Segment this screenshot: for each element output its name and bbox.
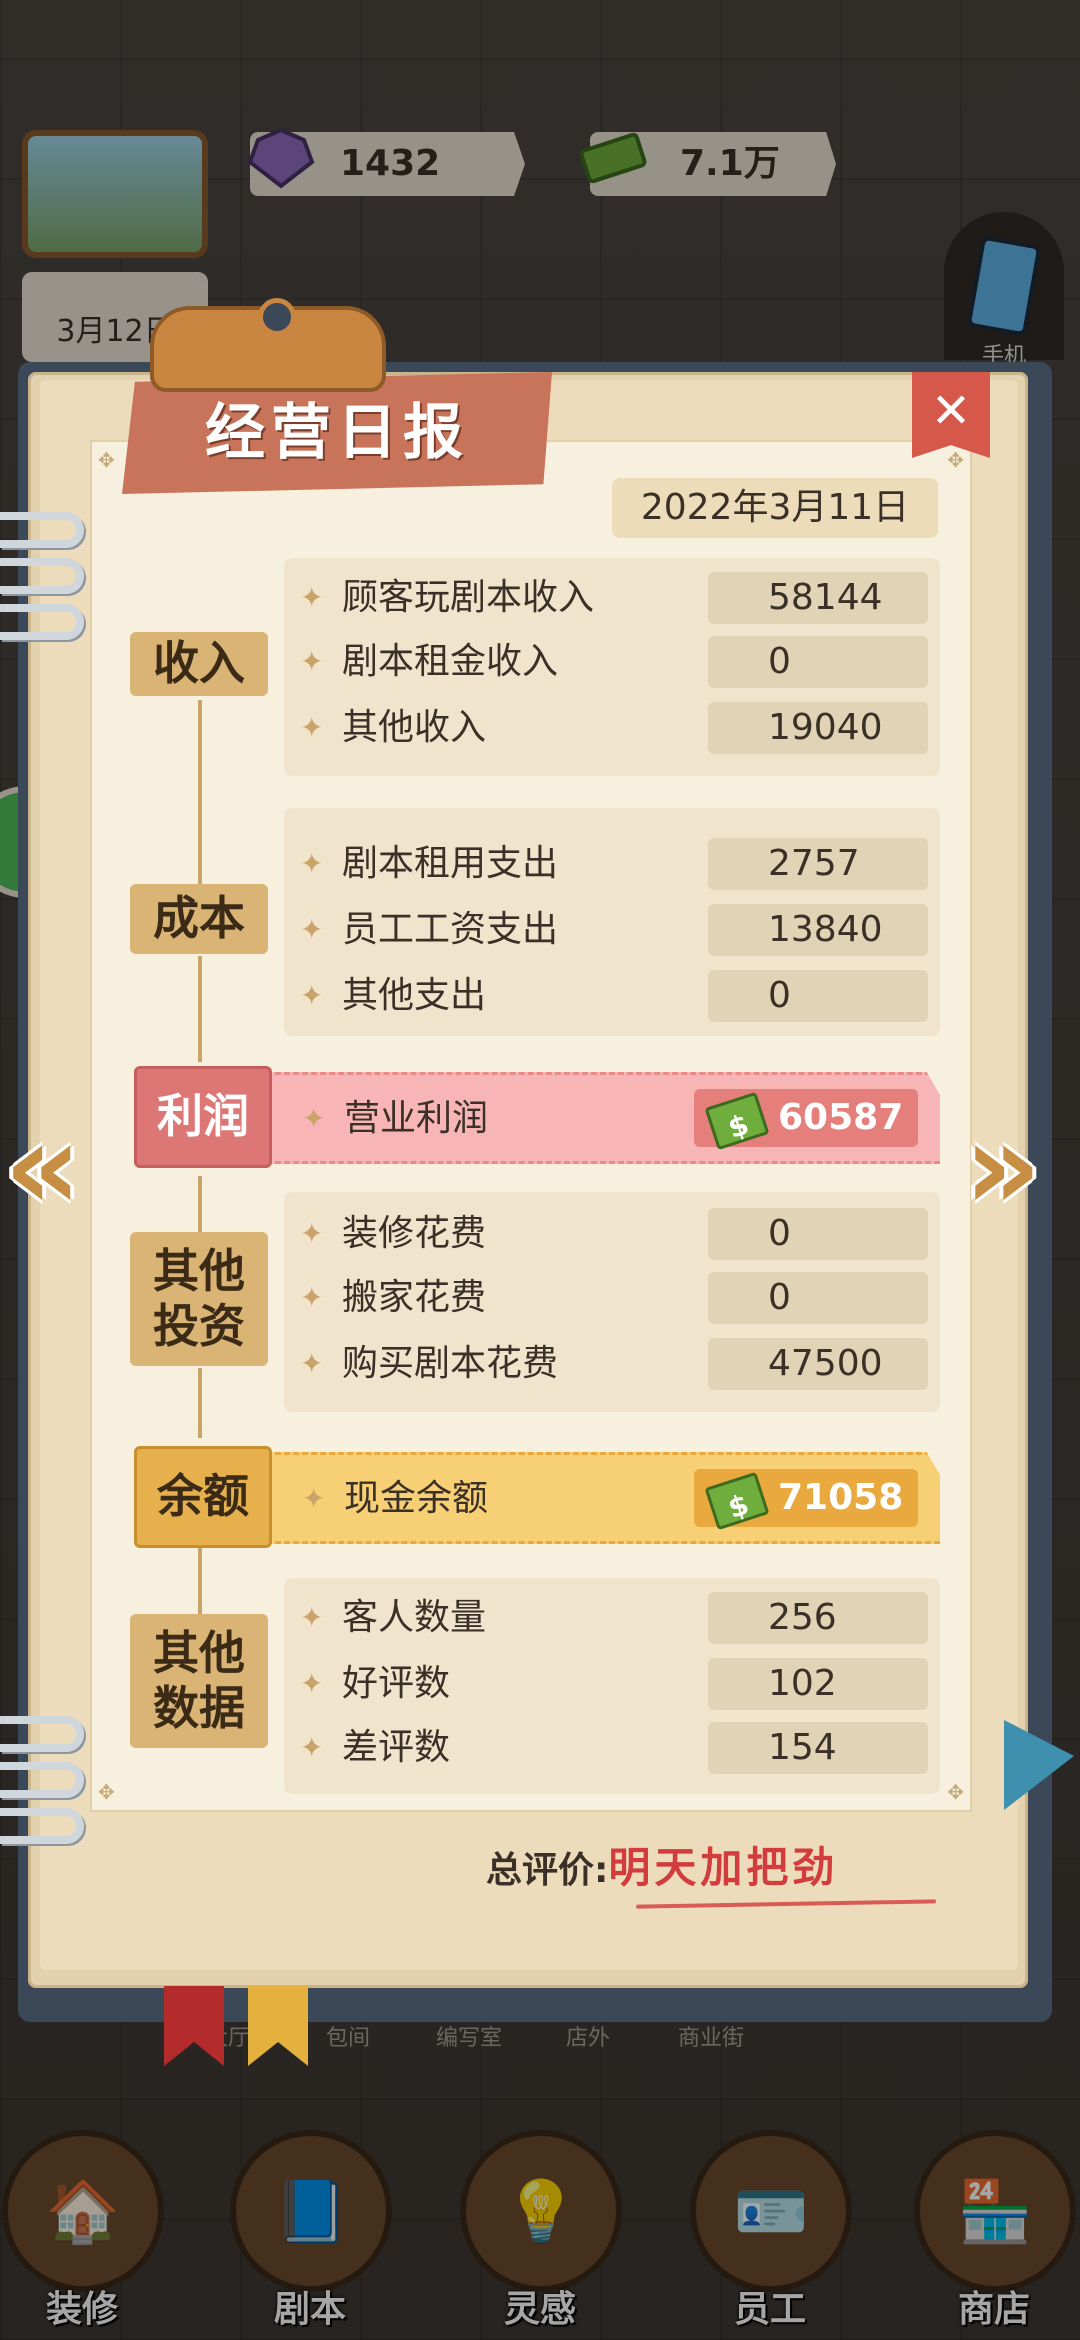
cash-icon	[704, 1091, 770, 1151]
spiral-ring	[0, 1716, 84, 1752]
row-label: 其他支出	[342, 975, 487, 1016]
row-value: 58144	[708, 572, 928, 624]
summary-value: 明天加把劲	[608, 1843, 839, 1892]
income-row: ✦ 其他收入 19040	[300, 700, 936, 756]
corner-ornament: ✥	[947, 1780, 964, 1804]
timeline-line	[198, 1546, 202, 1614]
row-label: 剧本租用支出	[342, 843, 559, 884]
corner-ornament: ✥	[98, 448, 115, 472]
row-value: 0	[708, 1208, 928, 1260]
row-value: 256	[708, 1592, 928, 1644]
row-label: 装修花费	[342, 1213, 487, 1254]
row-label: 其他收入	[342, 707, 487, 748]
invest-label-line2: 投资	[153, 1299, 245, 1353]
prev-page-arrow-icon[interactable]: «	[4, 1108, 104, 1228]
timeline-line	[198, 1176, 202, 1240]
row-value: 154	[708, 1722, 928, 1774]
invest-row: ✦ 装修花费 0	[300, 1206, 936, 1262]
invest-row: ✦ 搬家花费 0	[300, 1270, 936, 1326]
clipboard-clip	[150, 298, 386, 392]
cash-icon	[704, 1471, 770, 1531]
row-label: 好评数	[342, 1663, 451, 1704]
spiral-ring	[0, 604, 84, 640]
spiral-ring	[0, 512, 84, 548]
other-data-row: ✦ 客人数量 256	[300, 1590, 936, 1646]
profit-ribbon: ✦ 营业利润 60587	[266, 1072, 940, 1164]
income-row: ✦ 顾客玩剧本收入 58144	[300, 570, 936, 626]
corner-ornament: ✥	[947, 448, 964, 472]
other-data-label-line2: 数据	[153, 1681, 245, 1735]
timeline-line	[198, 1368, 202, 1438]
other-data-label: 其他 数据	[130, 1614, 268, 1748]
spiral-ring	[0, 558, 84, 594]
next-page-arrow-icon[interactable]: »	[964, 1108, 1064, 1228]
row-label: 顾客玩剧本收入	[342, 577, 595, 618]
profit-row-label: 营业利润	[344, 1098, 489, 1139]
other-data-label-line1: 其他	[153, 1625, 245, 1680]
balance-label: 余额	[134, 1446, 272, 1548]
other-data-row: ✦ 差评数 154	[300, 1720, 936, 1776]
row-label: 差评数	[342, 1727, 451, 1768]
row-value: 13840	[708, 904, 928, 956]
row-label: 剧本租金收入	[342, 641, 559, 682]
row-value: 102	[708, 1658, 928, 1710]
clip-hole	[258, 298, 296, 336]
invest-label: 其他 投资	[130, 1232, 268, 1366]
profit-value-box: 60587	[694, 1089, 918, 1151]
income-row: ✦ 剧本租金收入 0	[300, 634, 936, 690]
row-value: 47500	[708, 1338, 928, 1390]
row-label: 客人数量	[342, 1597, 487, 1638]
balance-ribbon: ✦ 现金余额 71058	[266, 1452, 940, 1544]
summary-label: 总评价:	[486, 1850, 609, 1891]
row-value: 0	[708, 636, 928, 688]
other-data-row: ✦ 好评数 102	[300, 1656, 936, 1712]
summary: 总评价:明天加把劲	[486, 1840, 838, 1899]
profit-label: 利润	[134, 1066, 272, 1168]
cost-row: ✦ 其他支出 0	[300, 968, 936, 1024]
income-label: 收入	[130, 632, 268, 696]
corner-ornament: ✥	[98, 1780, 115, 1804]
cost-label: 成本	[130, 884, 268, 954]
row-label: 员工工资支出	[342, 909, 559, 950]
spiral-ring	[0, 1762, 84, 1798]
cost-row: ✦ 剧本租用支出 2757	[300, 836, 936, 892]
invest-label-line1: 其他	[153, 1243, 245, 1298]
row-label: 搬家花费	[342, 1277, 487, 1318]
cost-row: ✦ 员工工资支出 13840	[300, 902, 936, 958]
balance-value: 71058	[778, 1477, 904, 1518]
timeline-line	[198, 956, 202, 1062]
row-value: 2757	[708, 838, 928, 890]
spiral-ring	[0, 1808, 84, 1844]
balance-value-box: 71058	[694, 1469, 918, 1531]
row-value: 0	[708, 1272, 928, 1324]
profit-value: 60587	[778, 1097, 904, 1138]
timeline-line	[198, 700, 202, 896]
row-value: 0	[708, 970, 928, 1022]
balance-row-label: 现金余额	[344, 1478, 489, 1519]
invest-row: ✦ 购买剧本花费 47500	[300, 1336, 936, 1392]
row-value: 19040	[708, 702, 928, 754]
row-label: 购买剧本花费	[342, 1343, 559, 1384]
report-date: 2022年3月11日	[612, 478, 938, 538]
